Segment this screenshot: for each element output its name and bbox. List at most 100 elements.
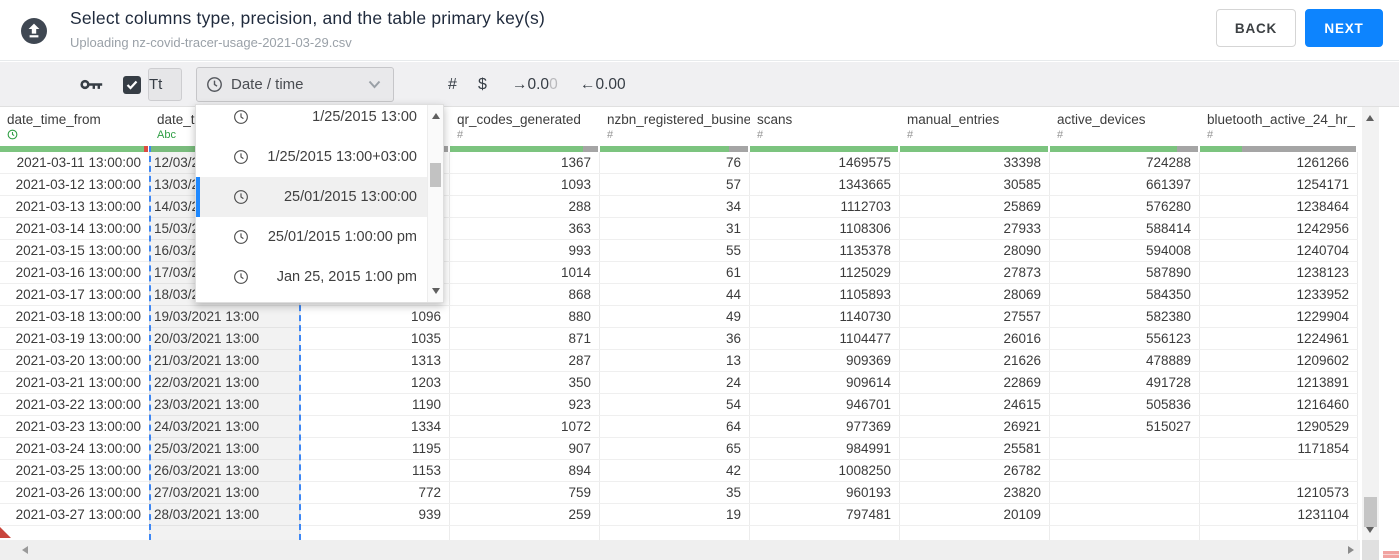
table-cell[interactable]: 21/03/2021 13:00 xyxy=(150,350,300,371)
table-cell[interactable]: 55 xyxy=(600,240,750,261)
table-cell[interactable]: 759 xyxy=(450,482,600,503)
scroll-up-icon[interactable] xyxy=(1366,115,1374,121)
table-cell[interactable]: 1224961 xyxy=(1200,328,1358,349)
table-cell[interactable]: 2021-03-14 13:00:00 xyxy=(0,218,150,239)
table-cell[interactable]: 797481 xyxy=(750,504,900,525)
dropdown-scrollbar-thumb[interactable] xyxy=(430,163,441,187)
table-cell[interactable]: 25869 xyxy=(900,196,1050,217)
table-cell[interactable]: 1035 xyxy=(300,328,450,349)
table-cell[interactable]: 350 xyxy=(450,372,600,393)
table-cell[interactable]: 23/03/2021 13:00 xyxy=(150,394,300,415)
table-cell[interactable]: 26016 xyxy=(900,328,1050,349)
table-cell[interactable]: 19 xyxy=(600,504,750,525)
table-cell[interactable]: 772 xyxy=(300,482,450,503)
table-cell[interactable]: 909369 xyxy=(750,350,900,371)
table-cell[interactable]: 1334 xyxy=(300,416,450,437)
table-cell[interactable]: 42 xyxy=(600,460,750,481)
primary-key-icon[interactable] xyxy=(80,62,103,107)
table-cell[interactable]: 24 xyxy=(600,372,750,393)
scroll-down-icon[interactable] xyxy=(1366,527,1374,533)
table-cell[interactable]: 259 xyxy=(450,504,600,525)
decrease-decimals-button[interactable]: ←0.00 xyxy=(580,62,626,107)
table-cell[interactable]: 1104477 xyxy=(750,328,900,349)
next-button[interactable]: NEXT xyxy=(1305,9,1383,47)
table-cell[interactable]: 27/03/2021 13:00 xyxy=(150,482,300,503)
table-cell[interactable]: 946701 xyxy=(750,394,900,415)
table-horizontal-scrollbar[interactable] xyxy=(0,540,1360,560)
column-header-scans[interactable]: scans # xyxy=(750,107,900,146)
table-cell[interactable] xyxy=(0,526,150,540)
table-cell[interactable] xyxy=(300,526,450,540)
table-cell[interactable]: 23820 xyxy=(900,482,1050,503)
table-cell[interactable]: 661397 xyxy=(1050,174,1200,195)
table-cell[interactable]: 491728 xyxy=(1050,372,1200,393)
table-cell[interactable]: 960193 xyxy=(750,482,900,503)
table-cell[interactable]: 584350 xyxy=(1050,284,1200,305)
scroll-right-icon[interactable] xyxy=(1348,546,1354,554)
table-cell[interactable]: 1242956 xyxy=(1200,218,1358,239)
table-cell[interactable]: 21626 xyxy=(900,350,1050,371)
table-cell[interactable]: 588414 xyxy=(1050,218,1200,239)
table-cell[interactable]: 2021-03-16 13:00:00 xyxy=(0,262,150,283)
table-cell[interactable]: 22869 xyxy=(900,372,1050,393)
table-cell[interactable]: 1093 xyxy=(450,174,600,195)
column-header-nzbn_registered_busine[interactable]: nzbn_registered_busine # xyxy=(600,107,750,146)
table-cell[interactable]: 26782 xyxy=(900,460,1050,481)
vertical-scrollbar-thumb[interactable] xyxy=(1364,497,1377,527)
table-cell[interactable]: 1014 xyxy=(450,262,600,283)
table-cell[interactable] xyxy=(450,526,600,540)
table-cell[interactable] xyxy=(750,526,900,540)
table-cell[interactable]: 1203 xyxy=(300,372,450,393)
table-cell[interactable]: 44 xyxy=(600,284,750,305)
column-header-bluetooth_active_24_hr_[interactable]: bluetooth_active_24_hr_ # xyxy=(1200,107,1358,146)
table-cell[interactable] xyxy=(1050,438,1200,459)
scroll-down-icon[interactable] xyxy=(432,288,440,294)
table-cell[interactable]: 909614 xyxy=(750,372,900,393)
table-cell[interactable]: 64 xyxy=(600,416,750,437)
back-button[interactable]: BACK xyxy=(1216,9,1296,47)
table-cell[interactable]: 26921 xyxy=(900,416,1050,437)
text-type-button[interactable]: Tt xyxy=(148,68,182,101)
table-cell[interactable]: 363 xyxy=(450,218,600,239)
table-cell[interactable] xyxy=(1200,526,1358,540)
table-vertical-scrollbar[interactable] xyxy=(1362,107,1379,540)
table-cell[interactable] xyxy=(1050,526,1200,540)
dropdown-item[interactable]: 1/25/2015 13:00 xyxy=(196,105,427,137)
table-cell[interactable]: 587890 xyxy=(1050,262,1200,283)
table-cell[interactable]: 1008250 xyxy=(750,460,900,481)
table-cell[interactable]: 54 xyxy=(600,394,750,415)
table-cell[interactable]: 594008 xyxy=(1050,240,1200,261)
table-cell[interactable]: 2021-03-13 13:00:00 xyxy=(0,196,150,217)
table-cell[interactable]: 13 xyxy=(600,350,750,371)
table-cell[interactable]: 993 xyxy=(450,240,600,261)
table-cell[interactable] xyxy=(900,526,1050,540)
table-cell[interactable]: 2021-03-15 13:00:00 xyxy=(0,240,150,261)
numeric-type-button[interactable]: # xyxy=(448,62,457,107)
table-cell[interactable]: 2021-03-27 13:00:00 xyxy=(0,504,150,525)
table-cell[interactable]: 1190 xyxy=(300,394,450,415)
table-cell[interactable]: 1096 xyxy=(300,306,450,327)
table-cell[interactable] xyxy=(1050,504,1200,525)
table-cell[interactable]: 2021-03-22 13:00:00 xyxy=(0,394,150,415)
table-cell[interactable]: 2021-03-19 13:00:00 xyxy=(0,328,150,349)
increase-decimals-button[interactable]: →0.0 0 xyxy=(512,62,558,107)
table-cell[interactable]: 2021-03-11 13:00:00 xyxy=(0,152,150,173)
table-cell[interactable]: 871 xyxy=(450,328,600,349)
table-cell[interactable]: 1135378 xyxy=(750,240,900,261)
table-cell[interactable]: 20109 xyxy=(900,504,1050,525)
table-cell[interactable]: 2021-03-17 13:00:00 xyxy=(0,284,150,305)
scroll-up-icon[interactable] xyxy=(432,113,440,119)
table-cell[interactable] xyxy=(600,526,750,540)
table-cell[interactable]: 19/03/2021 13:00 xyxy=(150,306,300,327)
table-cell[interactable]: 1153 xyxy=(300,460,450,481)
table-cell[interactable]: 1229904 xyxy=(1200,306,1358,327)
table-cell[interactable]: 24615 xyxy=(900,394,1050,415)
table-cell[interactable]: 576280 xyxy=(1050,196,1200,217)
table-cell[interactable]: 2021-03-21 13:00:00 xyxy=(0,372,150,393)
table-cell[interactable]: 1112703 xyxy=(750,196,900,217)
table-cell[interactable]: 1125029 xyxy=(750,262,900,283)
table-cell[interactable]: 724288 xyxy=(1050,152,1200,173)
table-cell[interactable]: 28/03/2021 13:00 xyxy=(150,504,300,525)
column-header-date_time_from[interactable]: date_time_from xyxy=(0,107,150,146)
table-cell[interactable]: 287 xyxy=(450,350,600,371)
